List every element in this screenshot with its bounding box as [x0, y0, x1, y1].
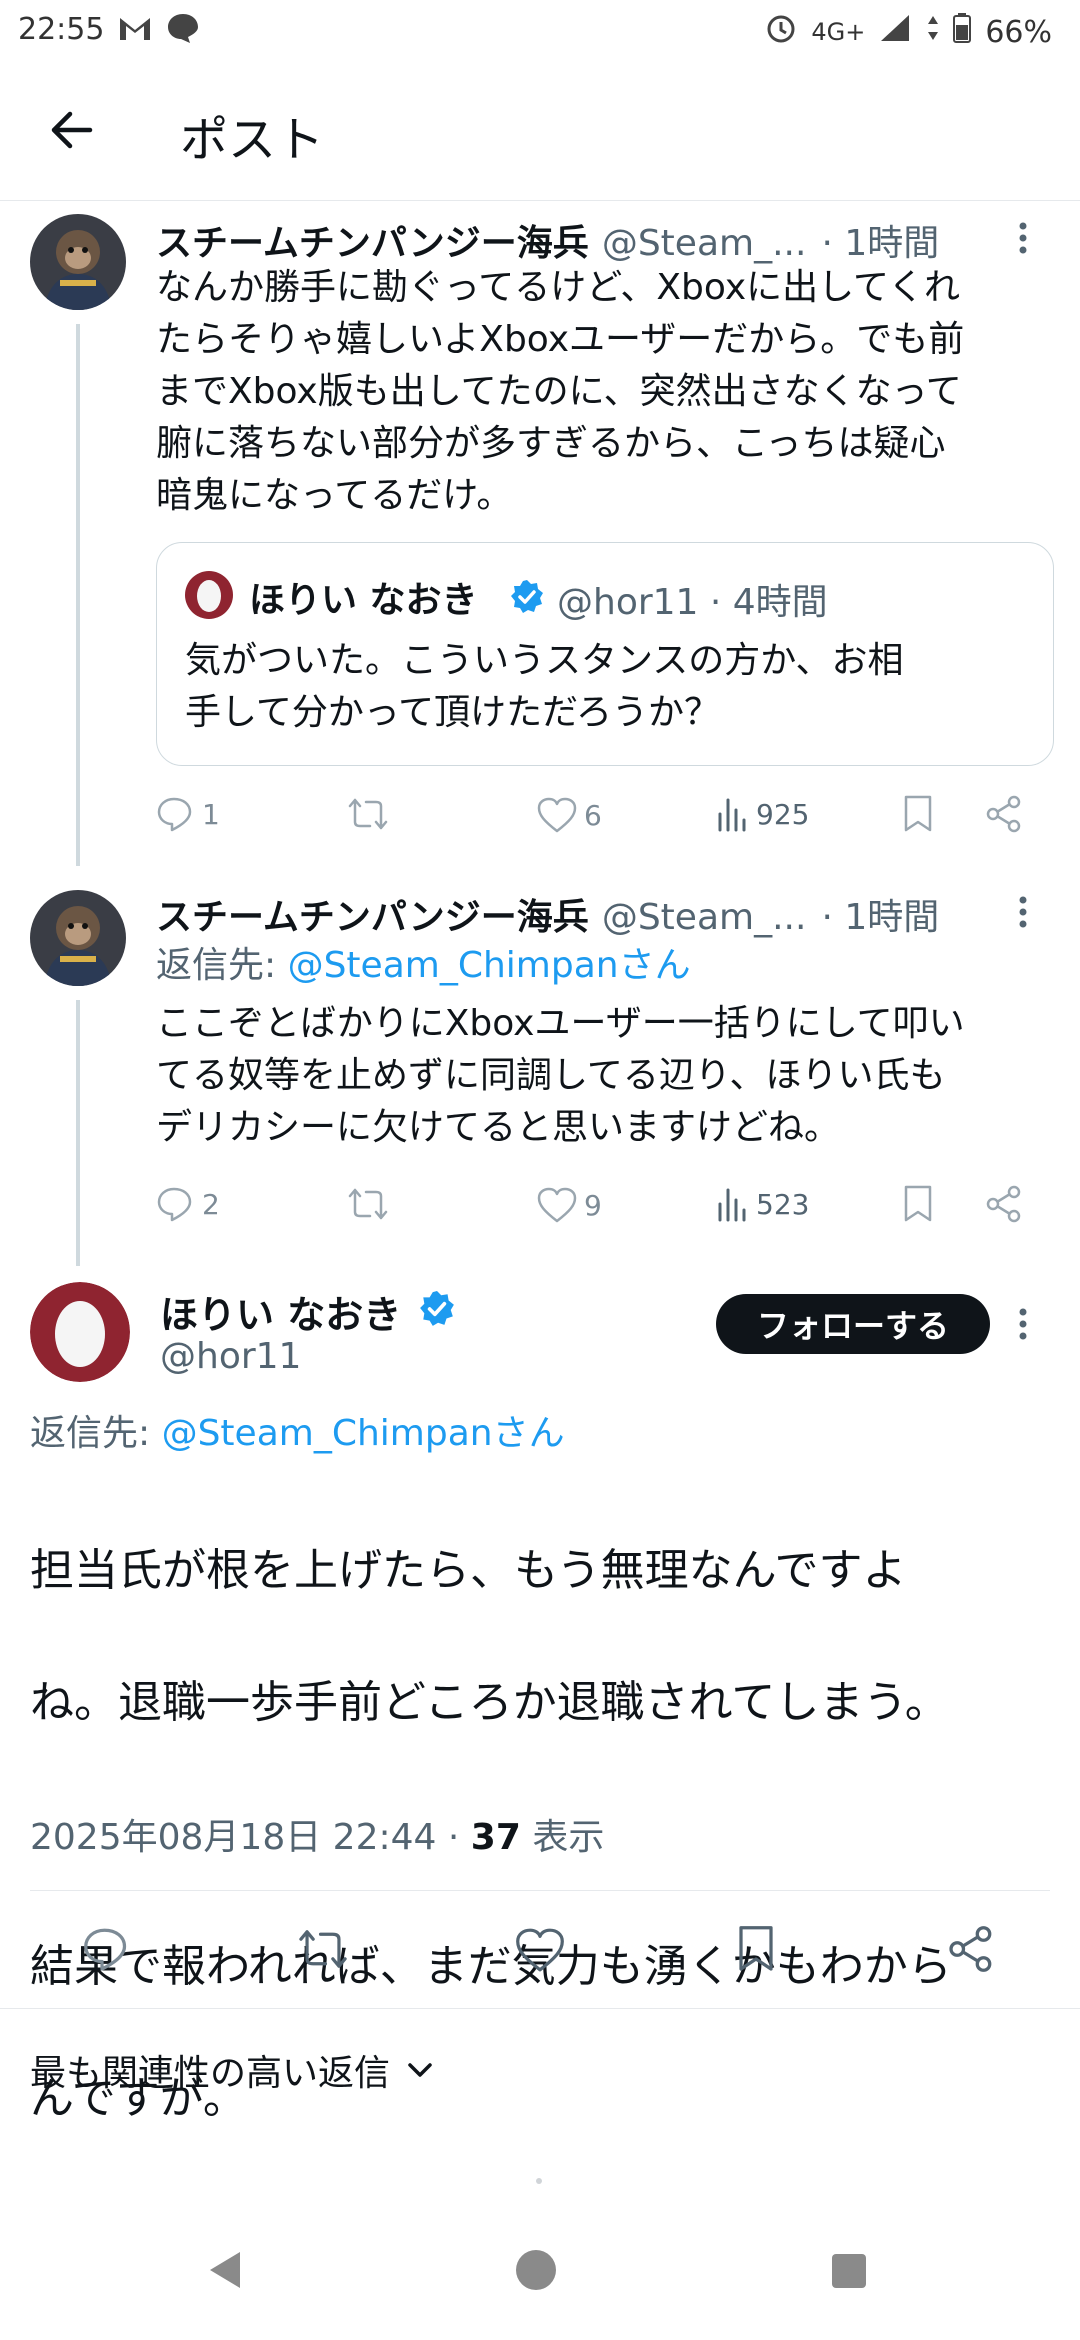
- view-count: 37: [470, 1817, 521, 1858]
- avatar: [185, 571, 233, 623]
- reply-to-line: 返信先: @Steam_Chimpanさん: [30, 1413, 565, 1454]
- avatar[interactable]: [30, 1282, 130, 1382]
- like-count: 9: [584, 1188, 602, 1222]
- battery-icon: [953, 13, 972, 51]
- heart-icon: [537, 797, 577, 833]
- replies-sort-dropdown[interactable]: 最も関連性の高い返信: [30, 2044, 434, 2096]
- reply-icon[interactable]: [82, 1926, 132, 1976]
- gmail-icon: [118, 14, 152, 50]
- more-options-icon[interactable]: [1016, 1304, 1030, 1353]
- status-time: 22:55: [18, 12, 105, 47]
- view-count: 925: [756, 797, 810, 831]
- post-time: · 1時間: [821, 223, 940, 264]
- share-icon: [986, 1185, 1021, 1223]
- author-name[interactable]: スチームチンパンジー海兵: [156, 897, 589, 938]
- reply-button[interactable]: 2: [156, 1186, 220, 1222]
- divider: [30, 1890, 1050, 1891]
- back-arrow-icon[interactable]: [44, 102, 100, 158]
- data-arrows-icon: [927, 14, 939, 50]
- like-button[interactable]: 6: [536, 796, 602, 834]
- views-icon: [718, 798, 746, 832]
- reply-to-link[interactable]: @Steam_Chimpanさん: [162, 1413, 565, 1454]
- battery-level: 66%: [985, 14, 1052, 50]
- share-icon: [986, 795, 1021, 833]
- post-text: ここぞとばかりにXboxユーザー一括りにして叩い てる奴等を止めずに同調してる辺…: [156, 1003, 965, 1148]
- post-text: なんか勝手に勘ぐってるけど、Xboxに出してくれ たらそりゃ嬉しいよXboxユー…: [156, 267, 965, 516]
- repost-icon: [348, 1188, 388, 1220]
- post-actions: 1 6 925: [156, 790, 1036, 842]
- nav-back-icon[interactable]: [204, 2248, 244, 2296]
- like-count: 6: [584, 798, 602, 832]
- reply-icon: [157, 1187, 192, 1222]
- system-nav-bar: [0, 2200, 1080, 2340]
- top-bar: ポスト: [0, 62, 1080, 201]
- author-handle[interactable]: @Steam_...: [602, 223, 807, 264]
- share-button[interactable]: [984, 1184, 1024, 1224]
- chevron-down-icon: [408, 2063, 432, 2077]
- author-name[interactable]: ほりい なおき: [160, 1284, 401, 1339]
- repost-button[interactable]: [346, 796, 390, 832]
- views-button[interactable]: 925: [716, 796, 809, 832]
- follow-button[interactable]: フォローする: [716, 1294, 990, 1354]
- post-actions: 2 9 523: [156, 1180, 1036, 1232]
- post-timestamp: 2025年08月18日 22:44 · 37 表示: [30, 1817, 605, 1858]
- divider: [0, 2008, 1080, 2009]
- page-title: ポスト: [180, 112, 325, 168]
- avatar[interactable]: [30, 890, 126, 986]
- reply-count: 1: [202, 797, 220, 831]
- reply-button[interactable]: 1: [156, 796, 220, 832]
- verified-badge-icon: [509, 579, 545, 619]
- reply-to-line: 返信先: @Steam_Chimpanさん: [156, 945, 691, 986]
- author-handle[interactable]: @Steam_...: [602, 897, 807, 938]
- post-time: · 1時間: [821, 897, 940, 938]
- nav-home-icon[interactable]: [514, 2248, 558, 2296]
- alarm-icon: [765, 12, 797, 52]
- quoted-author-name: ほりい なおき: [249, 580, 478, 621]
- quoted-meta: @hor11 · 4時間: [557, 582, 828, 623]
- post-actions: [0, 1900, 1080, 2004]
- like-button[interactable]: 9: [536, 1186, 602, 1224]
- status-bar: 22:55 4G+ 66%: [0, 0, 1080, 62]
- quoted-post[interactable]: ほりい なおき @hor11 · 4時間 気がついた。こういうスタンスの方か、お…: [156, 542, 1054, 766]
- more-options-icon[interactable]: [1016, 218, 1030, 267]
- bookmark-button[interactable]: [902, 794, 934, 834]
- bookmark-icon[interactable]: [736, 1924, 776, 1978]
- view-count: 523: [756, 1187, 810, 1221]
- reply-to-link[interactable]: @Steam_Chimpanさん: [288, 945, 691, 986]
- repost-icon: [348, 798, 388, 830]
- loading-indicator: [536, 2178, 542, 2184]
- signal-icon: [879, 13, 913, 51]
- replies-sort-label: 最も関連性の高い返信: [30, 2053, 391, 2094]
- views-icon: [718, 1188, 746, 1222]
- nav-recents-icon[interactable]: [830, 2252, 868, 2294]
- thread-line: [76, 324, 80, 866]
- reply-count: 2: [202, 1187, 220, 1221]
- bookmark-icon: [904, 795, 932, 832]
- author-name[interactable]: スチームチンパンジー海兵: [156, 223, 589, 264]
- repost-button[interactable]: [346, 1186, 390, 1222]
- bookmark-icon: [904, 1185, 932, 1222]
- thread-line: [76, 1000, 80, 1266]
- network-type: 4G+: [811, 18, 866, 46]
- share-button[interactable]: [984, 794, 1024, 834]
- more-options-icon[interactable]: [1016, 892, 1030, 941]
- quoted-text: 気がついた。こういうスタンスの方か、お相 手して分かって頂けただろうか？: [185, 640, 904, 733]
- message-icon: [166, 12, 200, 52]
- verified-badge-icon: [418, 1290, 456, 1332]
- heart-icon[interactable]: [514, 1926, 566, 1978]
- author-handle[interactable]: @hor11: [160, 1336, 301, 1377]
- heart-icon: [537, 1187, 577, 1223]
- repost-icon[interactable]: [296, 1926, 350, 1976]
- bookmark-button[interactable]: [902, 1184, 934, 1224]
- share-icon[interactable]: [946, 1924, 996, 1978]
- views-button[interactable]: 523: [716, 1186, 809, 1222]
- reply-icon: [157, 797, 192, 832]
- avatar[interactable]: [30, 214, 126, 310]
